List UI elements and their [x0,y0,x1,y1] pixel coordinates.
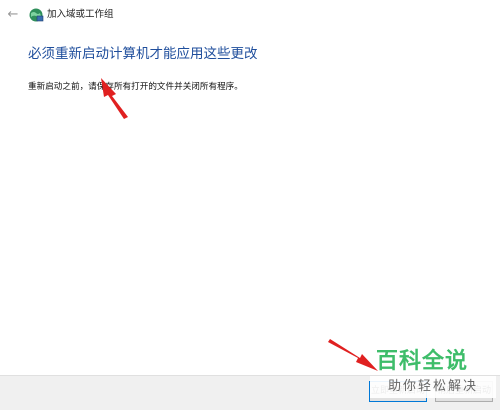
watermark-logo: 百科全说 助你轻松解决 [368,346,500,409]
network-globe-icon [29,8,44,22]
page-heading: 必须重新启动计算机才能应用这些更改 [28,46,258,62]
watermark-brand: 百科全说 [376,349,469,374]
window-title: 加入域或工作组 [47,9,114,20]
title-bar: ← 加入域或工作组 [0,0,500,32]
watermark-slogan: 助你轻松解决 [370,376,496,398]
back-arrow-icon[interactable]: ← [4,6,22,24]
instruction-text: 重新启动之前，请保存所有打开的文件并关闭所有程序。 [28,82,243,92]
